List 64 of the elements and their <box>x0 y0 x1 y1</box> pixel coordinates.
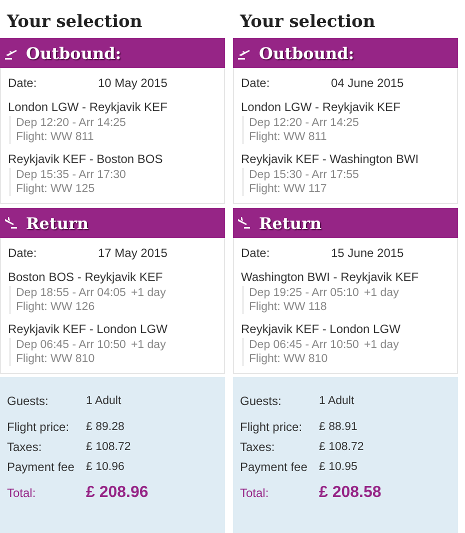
summary-label: Payment fee <box>7 460 76 474</box>
summary-label: Taxes: <box>240 440 276 454</box>
flight-times: Dep 15:35 - Arr 17:30 <box>16 169 126 181</box>
section-heading: Return <box>259 214 322 232</box>
route-text: London LGW - Reykjavik KEF <box>8 100 168 114</box>
total-label: Total: <box>240 486 270 500</box>
summary-value: £ 10.95 <box>319 461 358 473</box>
summary-value: £ 89.28 <box>86 421 124 433</box>
date-value: 17 May 2015 <box>98 246 168 260</box>
date-value: 15 June 2015 <box>331 246 404 260</box>
section-heading: Outbound: <box>26 44 122 62</box>
summary-label: Guests: <box>240 394 282 408</box>
date-value: 04 June 2015 <box>331 76 404 90</box>
total-label: Total: <box>7 486 37 500</box>
flight-number: Flight: WW 810 <box>16 353 95 365</box>
flight-number: Flight: WW 125 <box>16 183 95 195</box>
route-text: Reykjavik KEF - Boston BOS <box>8 152 164 166</box>
summary-label: Payment fee <box>240 460 308 474</box>
next-day-note: +1 day <box>130 339 166 351</box>
total-price: £ 208.96 <box>86 484 148 502</box>
flight-times: Dep 18:55 - Arr 04:05 <box>16 287 126 299</box>
route-text: London LGW - Reykjavik KEF <box>241 100 402 114</box>
route-text: Reykjavik KEF - Washington BWI <box>241 152 420 166</box>
flight-number: Flight: WW 811 <box>249 131 327 143</box>
total-price: £ 208.58 <box>319 484 382 502</box>
date-label: Date: <box>241 76 271 90</box>
flight-times: Dep 15:30 - Arr 17:55 <box>249 169 359 181</box>
flight-number: Flight: WW 126 <box>16 301 95 313</box>
summary-value: £ 108.72 <box>319 441 364 453</box>
section-heading: Outbound: <box>259 44 354 62</box>
next-day-note: +1 day <box>364 339 399 351</box>
next-day-note: +1 day <box>130 287 166 299</box>
date-label: Date: <box>8 246 38 260</box>
flight-times: Dep 19:25 - Arr 05:10 <box>249 287 359 299</box>
flight-times: Dep 12:20 - Arr 14:25 <box>249 117 359 129</box>
route-text: Boston BOS - Reykjavik KEF <box>8 270 164 284</box>
flight-times: Dep 06:45 - Arr 10:50 <box>16 339 126 351</box>
route-text: Reykjavik KEF - London LGW <box>241 322 402 336</box>
summary-label: Flight price: <box>240 420 304 434</box>
date-value: 10 May 2015 <box>98 76 168 90</box>
summary-value: 1 Adult <box>86 395 122 407</box>
panel-title: Your selection <box>6 11 144 34</box>
date-label: Date: <box>241 246 271 260</box>
summary-label: Guests: <box>7 394 50 408</box>
flight-number: Flight: WW 810 <box>249 353 328 365</box>
panel-title: Your selection <box>238 11 376 34</box>
landing-icon <box>4 216 18 230</box>
flight-times: Dep 12:20 - Arr 14:25 <box>16 117 126 129</box>
landing-icon <box>237 216 251 230</box>
summary-value: 1 Adult <box>319 395 354 407</box>
summary-label: Flight price: <box>7 420 70 434</box>
summary-value: £ 10.96 <box>86 461 124 473</box>
route-text: Reykjavik KEF - London LGW <box>8 322 168 336</box>
flight-times: Dep 06:45 - Arr 10:50 <box>249 339 359 351</box>
route-text: Washington BWI - Reykjavik KEF <box>241 270 420 284</box>
date-label: Date: <box>8 76 38 90</box>
flight-number: Flight: WW 117 <box>249 183 327 195</box>
summary-label: Taxes: <box>7 440 43 454</box>
flight-number: Flight: WW 118 <box>249 301 327 313</box>
summary-value: £ 108.72 <box>86 441 131 453</box>
summary-value: £ 88.91 <box>319 421 358 433</box>
section-heading: Return <box>26 214 89 232</box>
flight-number: Flight: WW 811 <box>16 131 94 143</box>
next-day-note: +1 day <box>364 287 399 299</box>
